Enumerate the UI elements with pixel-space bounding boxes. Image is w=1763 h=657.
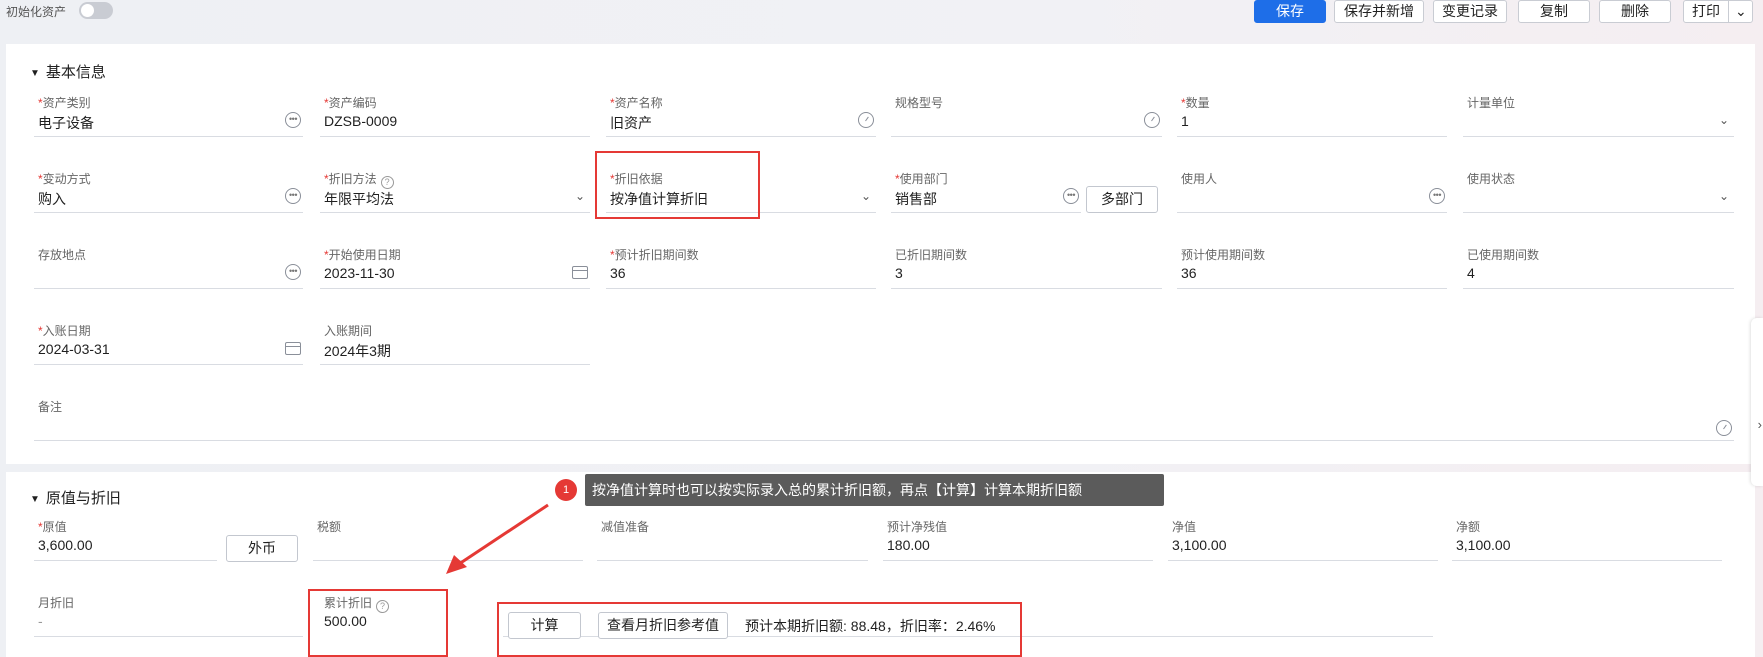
net-amount-field: 净额 3,100.00 xyxy=(1452,518,1722,578)
help-icon[interactable]: ? xyxy=(380,176,394,189)
posting-date-field[interactable]: *入账日期 2024-03-31 xyxy=(34,322,303,382)
chevron-down-icon[interactable]: ⌄ xyxy=(858,188,874,204)
usage-status-select[interactable]: 使用状态 ⌄ xyxy=(1463,170,1734,230)
calendar-icon[interactable] xyxy=(285,342,301,355)
foreign-currency-button[interactable]: 外币 xyxy=(226,535,298,562)
estimated-depreciation-text: 预计本期折旧额: 88.48，折旧率：2.46% xyxy=(745,618,996,634)
history-icon[interactable] xyxy=(1716,420,1732,436)
more-icon[interactable]: ••• xyxy=(285,112,301,128)
original-value-field[interactable]: *原值 3,600.00 xyxy=(34,518,217,578)
tax-amount-field[interactable]: 税额 xyxy=(313,518,583,578)
top-toolbar: 初始化资产 保存 保存并新增 变更记录 复制 删除 打印 ⌄ xyxy=(0,0,1763,34)
init-asset-label: 初始化资产 xyxy=(6,5,67,19)
asset-name-value: 旧资产 xyxy=(610,115,652,131)
step-number-badge: 1 xyxy=(555,479,577,501)
section-original-title[interactable]: ▼ 原值与折旧 xyxy=(30,487,121,508)
change-mode-field[interactable]: *变动方式 购入 ••• xyxy=(34,170,303,230)
asset-category-value: 电子设备 xyxy=(38,115,94,131)
print-label: 打印 xyxy=(1692,3,1720,19)
remark-field[interactable]: 备注 xyxy=(34,398,1734,458)
calendar-icon[interactable] xyxy=(572,266,588,279)
more-icon[interactable]: ••• xyxy=(1429,188,1445,204)
spec-model-field[interactable]: 规格型号 xyxy=(891,94,1162,154)
chevron-down-icon[interactable]: ⌄ xyxy=(1716,112,1732,128)
chevron-down-icon[interactable]: ⌄ xyxy=(1716,188,1732,204)
highlight-box-accumulated xyxy=(308,589,448,657)
collapse-triangle-icon[interactable]: ▼ xyxy=(30,68,40,79)
change-log-button[interactable]: 变更记录 xyxy=(1433,0,1507,23)
asset-name-field[interactable]: *资产名称 旧资产 xyxy=(606,94,876,154)
estimated-depreciation-periods-field[interactable]: *预计折旧期间数 36 xyxy=(606,246,876,306)
unit-select[interactable]: 计量单位 ⌄ xyxy=(1463,94,1734,154)
estimated-use-periods-field[interactable]: 预计使用期间数 36 xyxy=(1177,246,1447,306)
more-icon[interactable]: ••• xyxy=(285,264,301,280)
section-original-label: 原值与折旧 xyxy=(45,490,121,507)
storage-location-field[interactable]: 存放地点 ••• xyxy=(34,246,303,306)
depreciation-method-select[interactable]: *折旧方法? 年限平均法 ⌄ xyxy=(320,170,590,230)
residual-value-field[interactable]: 预计净残值 180.00 xyxy=(883,518,1153,578)
more-icon[interactable]: ••• xyxy=(1063,188,1079,204)
monthly-depreciation-field: 月折旧 - xyxy=(34,594,303,654)
section-basic-title[interactable]: ▼ 基本信息 xyxy=(30,61,106,82)
side-floating-panel[interactable] xyxy=(1751,318,1763,486)
highlight-box-depreciation-basis xyxy=(595,151,760,219)
chevron-down-icon[interactable]: ⌄ xyxy=(1728,1,1747,22)
used-periods-field[interactable]: 已使用期间数 4 xyxy=(1463,246,1734,306)
multi-department-button[interactable]: 多部门 xyxy=(1086,186,1158,213)
posting-period-field: 入账期间 2024年3期 xyxy=(320,322,590,382)
delete-button[interactable]: 删除 xyxy=(1599,0,1671,23)
save-and-new-button[interactable]: 保存并新增 xyxy=(1334,0,1424,23)
save-button[interactable]: 保存 xyxy=(1254,0,1326,23)
chevron-right-icon[interactable]: › xyxy=(1758,417,1762,432)
start-date-field[interactable]: *开始使用日期 2023-11-30 xyxy=(320,246,590,306)
user-field[interactable]: 使用人 ••• xyxy=(1177,170,1447,230)
history-icon[interactable] xyxy=(858,112,874,128)
asset-code-field[interactable]: *资产编码 DZSB-0009 xyxy=(320,94,590,154)
net-value-field: 净值 3,100.00 xyxy=(1168,518,1438,578)
tooltip-callout: 按净值计算时也可以按实际录入总的累计折旧额，再点【计算】计算本期折旧额 xyxy=(585,474,1164,506)
collapse-triangle-icon[interactable]: ▼ xyxy=(30,494,40,505)
more-icon[interactable]: ••• xyxy=(285,188,301,204)
basic-info-section: ▼ 基本信息 *资产类别 电子设备 ••• *资产编码 DZSB-0009 *资产… xyxy=(6,44,1755,464)
asset-category-field[interactable]: *资产类别 电子设备 ••• xyxy=(34,94,303,154)
department-field[interactable]: *使用部门 销售部 ••• xyxy=(891,170,1081,230)
asset-code-value: DZSB-0009 xyxy=(324,113,398,129)
print-button[interactable]: 打印 ⌄ xyxy=(1683,0,1753,23)
chevron-down-icon[interactable]: ⌄ xyxy=(572,188,588,204)
copy-button[interactable]: 复制 xyxy=(1518,0,1590,23)
quantity-field[interactable]: *数量 1 xyxy=(1177,94,1447,154)
init-asset-toggle[interactable] xyxy=(79,2,113,19)
section-basic-label: 基本信息 xyxy=(45,64,106,81)
quantity-value: 1 xyxy=(1181,113,1189,129)
impairment-field[interactable]: 减值准备 xyxy=(597,518,868,578)
depreciated-periods-field[interactable]: 已折旧期间数 3 xyxy=(891,246,1162,306)
history-icon[interactable] xyxy=(1144,112,1160,128)
